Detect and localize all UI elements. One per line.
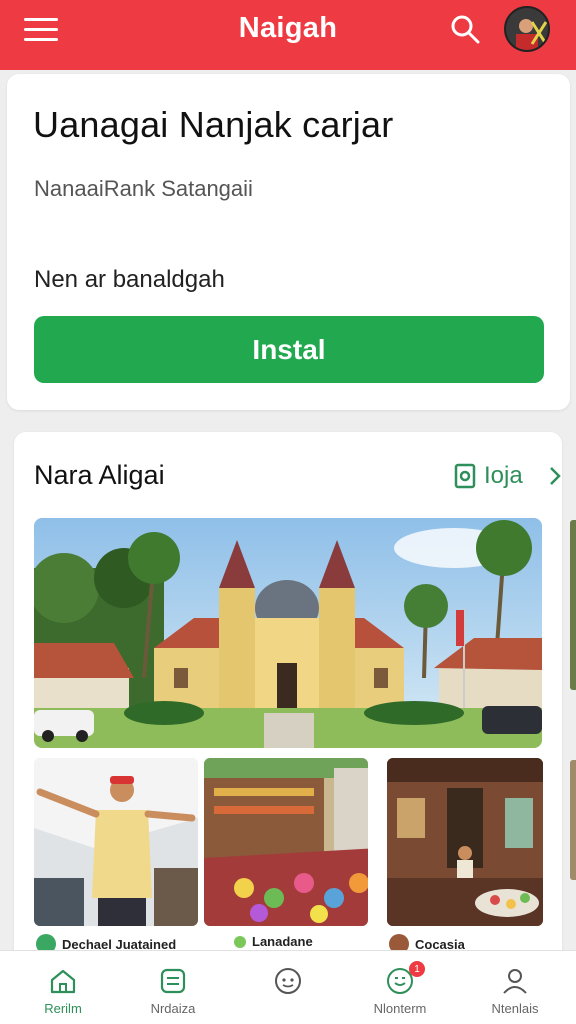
leaf-icon [234,935,246,948]
vendor-photo[interactable] [34,758,198,926]
gallery-card: Nara Aligai Ioja Dechael Juatained Lanad… [14,432,562,992]
chevron-right-icon [549,467,561,485]
market-stall-photo[interactable] [204,758,368,926]
user-avatar[interactable] [504,6,550,52]
top-app-bar: Naigah [0,0,576,70]
app-title: Naigah [238,12,338,44]
nav-tickets[interactable]: Nrdaiza [118,951,228,1024]
search-icon[interactable] [448,12,482,46]
install-card-detail: Nen ar banaldgah [34,266,225,293]
interior-photo[interactable] [387,758,543,926]
nav-profile[interactable]: Ntenlais [460,951,570,1024]
next-card-peek [570,520,576,690]
install-card-title: Uanagai Nanjak carjar [33,104,394,145]
palace-photo[interactable] [34,518,542,748]
install-button[interactable]: Instal [34,316,544,383]
next-card-peek [570,760,576,880]
gallery-title: Nara Aligai [34,460,165,490]
caption-2-text: Lanadane [252,934,313,949]
nav-messages-label: Nlonterm [373,1001,427,1016]
nav-chat[interactable] [233,951,343,1024]
nav-messages[interactable]: 1 Nlonterm [345,951,455,1024]
chat-face-icon [275,968,301,994]
ticket-icon [160,968,186,994]
notification-badge: 1 [409,961,425,977]
home-icon [50,969,76,994]
gallery-see-more-link[interactable]: Ioja [454,462,562,490]
person-icon [503,969,527,994]
nav-home[interactable]: Rerilm [8,951,118,1024]
caption-2[interactable]: Lanadane [234,934,313,949]
install-card-subtitle: NanaaiRank Satangaii [34,176,253,201]
install-card: Uanagai Nanjak carjar NanaaiRank Satanga… [7,74,570,410]
bottom-navigation: Rerilm Nrdaiza 1 Nlonterm Ntenlais [0,950,576,1024]
gallery-link-label: Ioja [484,462,523,489]
nav-home-label: Rerilm [44,1001,82,1016]
nav-profile-label: Ntenlais [491,1001,539,1016]
nav-tickets-label: Nrdaiza [150,1001,196,1016]
